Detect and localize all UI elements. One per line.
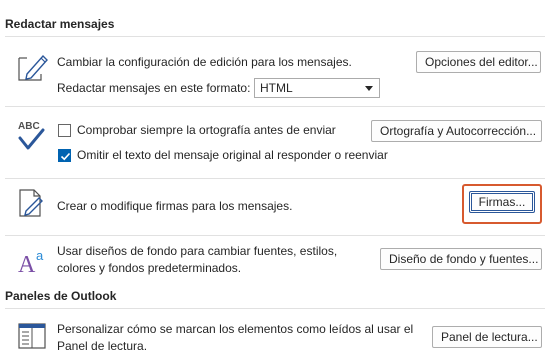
reading-pane-description-line1: Personalizar cómo se marcan los elemento… xyxy=(57,322,414,336)
signature-icon xyxy=(15,186,49,223)
section-title-panes: Paneles de Outlook xyxy=(5,289,117,303)
section-title-compose: Redactar mensajes xyxy=(5,17,115,31)
chevron-down-icon xyxy=(365,86,373,91)
svg-text:A: A xyxy=(18,252,36,278)
reading-pane-button[interactable]: Panel de lectura... xyxy=(432,326,542,348)
editor-description: Cambiar la configuración de edición para… xyxy=(57,55,352,69)
edit-document-icon xyxy=(15,50,49,87)
section-divider xyxy=(5,308,545,309)
checkmark-icon xyxy=(60,152,71,161)
signature-description: Crear o modifique firmas para los mensaj… xyxy=(57,199,293,213)
svg-text:ABC: ABC xyxy=(18,121,40,132)
spelling-autocorrect-button[interactable]: Ortografía y Autocorrección... xyxy=(371,120,542,142)
spelling-abc-icon: ABC xyxy=(15,118,49,155)
signatures-button[interactable]: Firmas... xyxy=(469,191,535,213)
reading-pane-description-line2: Panel de lectura. xyxy=(57,339,148,353)
stationery-fonts-button[interactable]: Diseño de fondo y fuentes... xyxy=(380,248,542,270)
section-divider xyxy=(5,36,545,37)
stationery-description-line2: colores y fondos predeterminados. xyxy=(57,261,242,275)
stationery-description-line1: Usar diseños de fondo para cambiar fuent… xyxy=(57,244,338,258)
stationery-fonts-icon: A a xyxy=(15,244,49,281)
svg-text:a: a xyxy=(36,248,44,263)
row-divider xyxy=(5,178,545,179)
format-select-value: HTML xyxy=(260,81,293,95)
format-select[interactable]: HTML xyxy=(254,78,380,98)
row-divider xyxy=(5,106,545,107)
row-divider xyxy=(5,235,545,236)
spellcheck-label: Comprobar siempre la ortografía antes de… xyxy=(77,123,336,137)
editor-options-button[interactable]: Opciones del editor... xyxy=(416,51,541,73)
omit-original-label: Omitir el texto del mensaje original al … xyxy=(77,148,388,162)
omit-original-checkbox[interactable] xyxy=(58,149,71,162)
format-label: Redactar mensajes en este formato: xyxy=(57,81,251,95)
spellcheck-checkbox[interactable] xyxy=(58,124,71,137)
reading-pane-icon xyxy=(15,320,49,357)
